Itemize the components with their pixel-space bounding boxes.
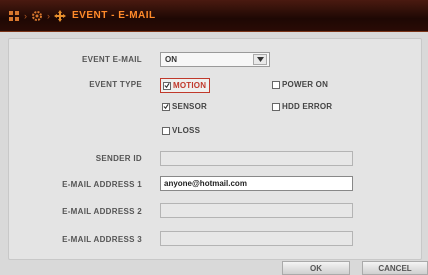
email-address-3-label: E-MAIL ADDRESS 3: [62, 235, 142, 244]
vloss-checkbox[interactable]: VLOSS: [162, 124, 200, 137]
dropdown-button[interactable]: [253, 54, 267, 65]
title-bar: › › EVENT - E-MAIL: [0, 0, 428, 32]
sensor-label: SENSOR: [172, 102, 207, 111]
sensor-checkbox[interactable]: SENSOR: [162, 100, 207, 113]
email-address-3-input[interactable]: [160, 231, 353, 246]
motion-label: MOTION: [173, 81, 207, 90]
breadcrumb-separator: ›: [47, 11, 50, 21]
gear-icon[interactable]: [31, 10, 43, 22]
checkbox-box: [163, 81, 171, 90]
move-icon[interactable]: [54, 10, 66, 22]
checkbox-box: [272, 102, 280, 111]
event-email-window: › › EVENT - E-MAIL EVENT E-MAIL ON EVENT…: [0, 0, 428, 275]
email-address-1-value: anyone@hotmail.com: [164, 179, 247, 188]
hdd-error-label: HDD ERROR: [282, 102, 333, 111]
email-address-1-label: E-MAIL ADDRESS 1: [62, 180, 142, 189]
vloss-label: VLOSS: [172, 126, 201, 135]
ok-button[interactable]: OK: [282, 261, 350, 275]
power-on-checkbox[interactable]: POWER ON: [272, 78, 328, 91]
chevron-down-icon: [256, 57, 264, 62]
motion-checkbox[interactable]: MOTION: [160, 78, 211, 93]
hdd-error-checkbox[interactable]: HDD ERROR: [272, 100, 332, 113]
checkbox-box: [162, 126, 170, 135]
email-address-2-label: E-MAIL ADDRESS 2: [62, 207, 142, 216]
grid-icon[interactable]: [8, 10, 20, 22]
checkbox-box: [272, 80, 280, 89]
event-type-label: EVENT TYPE: [89, 80, 142, 89]
checkbox-box: [162, 102, 170, 111]
sender-id-input[interactable]: [160, 151, 353, 166]
power-on-label: POWER ON: [282, 80, 329, 89]
event-email-select[interactable]: ON: [160, 52, 270, 67]
checkmark-icon: [163, 104, 169, 110]
event-email-value: ON: [165, 55, 177, 64]
email-address-2-input[interactable]: [160, 203, 353, 218]
cancel-button[interactable]: CANCEL: [362, 261, 428, 275]
checkmark-icon: [164, 83, 170, 89]
breadcrumb-separator: ›: [24, 11, 27, 21]
settings-panel: [8, 38, 422, 260]
event-email-label: EVENT E-MAIL: [81, 55, 142, 64]
window-title: EVENT - E-MAIL: [72, 10, 156, 21]
sender-id-label: SENDER ID: [95, 154, 142, 163]
email-address-1-input[interactable]: anyone@hotmail.com: [160, 176, 353, 191]
breadcrumb: › › EVENT - E-MAIL: [8, 9, 156, 23]
